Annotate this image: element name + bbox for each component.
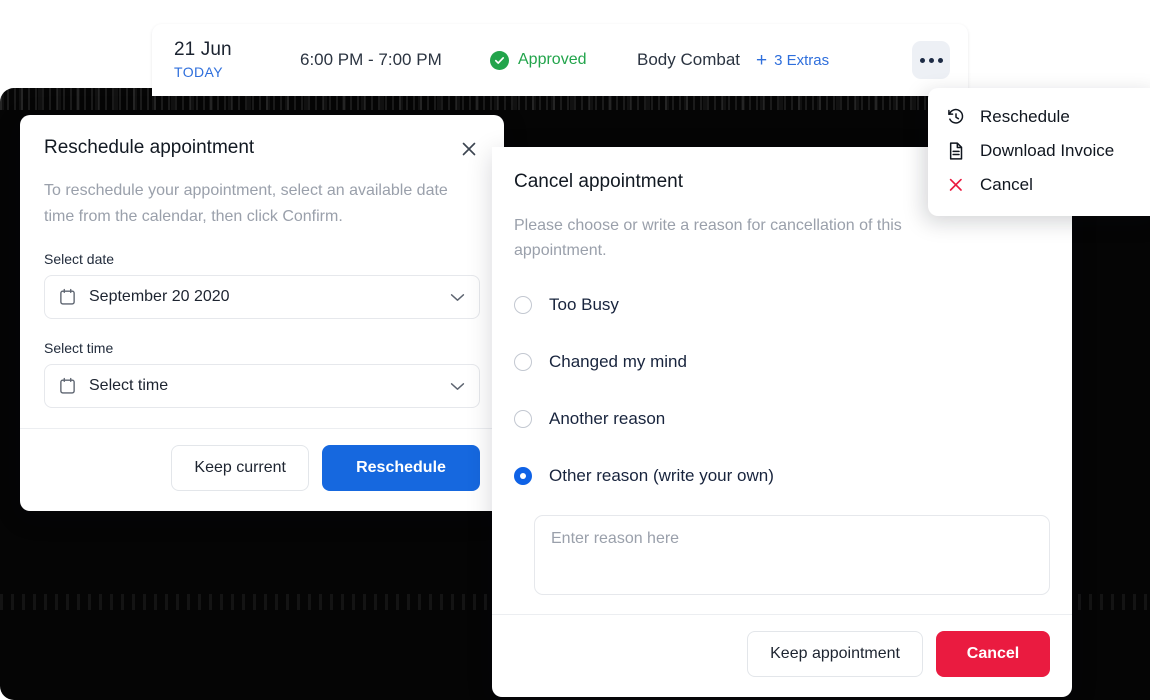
more-options-button[interactable]	[912, 41, 950, 79]
radio-option-too-busy[interactable]: Too Busy	[514, 285, 1050, 325]
cancel-reason-options: Too Busy Changed my mind Another reason …	[514, 285, 1050, 600]
cancel-appointment-dialog: Cancel appointment Please choose or writ…	[492, 147, 1072, 697]
keep-current-button[interactable]: Keep current	[171, 445, 309, 491]
kebab-dot	[919, 57, 925, 63]
check-circle-icon	[490, 50, 509, 70]
select-time-value: Select time	[89, 377, 169, 394]
reschedule-appointment-dialog: Reschedule appointment To reschedule you…	[20, 115, 504, 511]
select-time-dropdown[interactable]: Select time	[44, 364, 480, 408]
appointment-class-name: Body Combat	[637, 50, 740, 69]
reschedule-dialog-body: Reschedule appointment To reschedule you…	[20, 115, 504, 428]
plus-icon: +	[756, 49, 768, 71]
keep-appointment-button[interactable]: Keep appointment	[747, 631, 923, 677]
radio-icon	[514, 353, 532, 371]
radio-label: Too Busy	[549, 295, 619, 314]
cancel-dialog-footer: Keep appointment Cancel	[492, 614, 1072, 697]
radio-option-another-reason[interactable]: Another reason	[514, 399, 1050, 439]
radio-label: Another reason	[549, 409, 666, 428]
screenshot-root: 21 Jun TODAY 6:00 PM - 7:00 PM Approved …	[0, 0, 1150, 700]
document-icon	[949, 142, 963, 160]
other-reason-input[interactable]	[534, 515, 1050, 595]
menu-item-cancel[interactable]: Cancel	[928, 168, 1150, 202]
chevron-down-icon	[450, 382, 465, 390]
menu-item-label: Reschedule	[980, 107, 1070, 126]
select-date-label: Select date	[44, 251, 115, 267]
extras-link[interactable]: + 3 Extras	[756, 51, 829, 70]
kebab-dot	[928, 57, 934, 63]
close-x-icon	[949, 178, 962, 191]
status-label: Approved	[518, 51, 587, 68]
appointment-context-menu: Reschedule Download Invoice Cancel	[928, 88, 1150, 216]
chevron-down-icon	[450, 293, 465, 301]
reschedule-dialog-title: Reschedule appointment	[44, 137, 255, 158]
menu-item-label: Download Invoice	[980, 141, 1115, 160]
select-date-dropdown[interactable]: September 20 2020	[44, 275, 480, 319]
radio-option-changed-my-mind[interactable]: Changed my mind	[514, 342, 1050, 382]
radio-icon	[514, 296, 532, 314]
kebab-dot	[937, 57, 943, 63]
appointment-day-tag: TODAY	[174, 64, 223, 80]
appointment-date: 21 Jun	[174, 39, 232, 60]
select-time-label: Select time	[44, 340, 114, 356]
extras-label: 3 Extras	[774, 51, 830, 69]
reschedule-dialog-footer: Keep current Reschedule	[20, 428, 504, 511]
radio-label: Changed my mind	[549, 352, 687, 371]
cancel-dialog-description: Please choose or write a reason for canc…	[514, 217, 902, 259]
appointment-summary-bar: 21 Jun TODAY 6:00 PM - 7:00 PM Approved …	[152, 24, 968, 96]
radio-icon-selected	[514, 467, 532, 485]
menu-item-label: Cancel	[980, 175, 1033, 194]
close-icon[interactable]	[458, 138, 480, 160]
reschedule-dialog-header: Reschedule appointment	[44, 137, 480, 160]
calendar-icon	[60, 377, 75, 394]
menu-item-reschedule[interactable]: Reschedule	[928, 100, 1150, 134]
appointment-date-block: 21 Jun TODAY	[174, 38, 278, 82]
menu-item-download-invoice[interactable]: Download Invoice	[928, 134, 1150, 168]
radio-icon	[514, 410, 532, 428]
reschedule-dialog-description: To reschedule your appointment, select a…	[44, 182, 448, 225]
appointment-time-range: 6:00 PM - 7:00 PM	[300, 50, 442, 69]
history-rewind-icon	[948, 108, 964, 124]
cancel-dialog-body: Cancel appointment Please choose or writ…	[492, 147, 1072, 614]
radio-label: Other reason (write your own)	[549, 466, 774, 485]
cancel-confirm-button[interactable]: Cancel	[936, 631, 1050, 677]
reschedule-confirm-button[interactable]: Reschedule	[322, 445, 480, 491]
radio-option-other-reason[interactable]: Other reason (write your own)	[514, 456, 1050, 496]
calendar-icon	[60, 288, 75, 305]
status-badge: Approved	[490, 50, 635, 70]
select-date-value: September 20 2020	[89, 288, 230, 305]
